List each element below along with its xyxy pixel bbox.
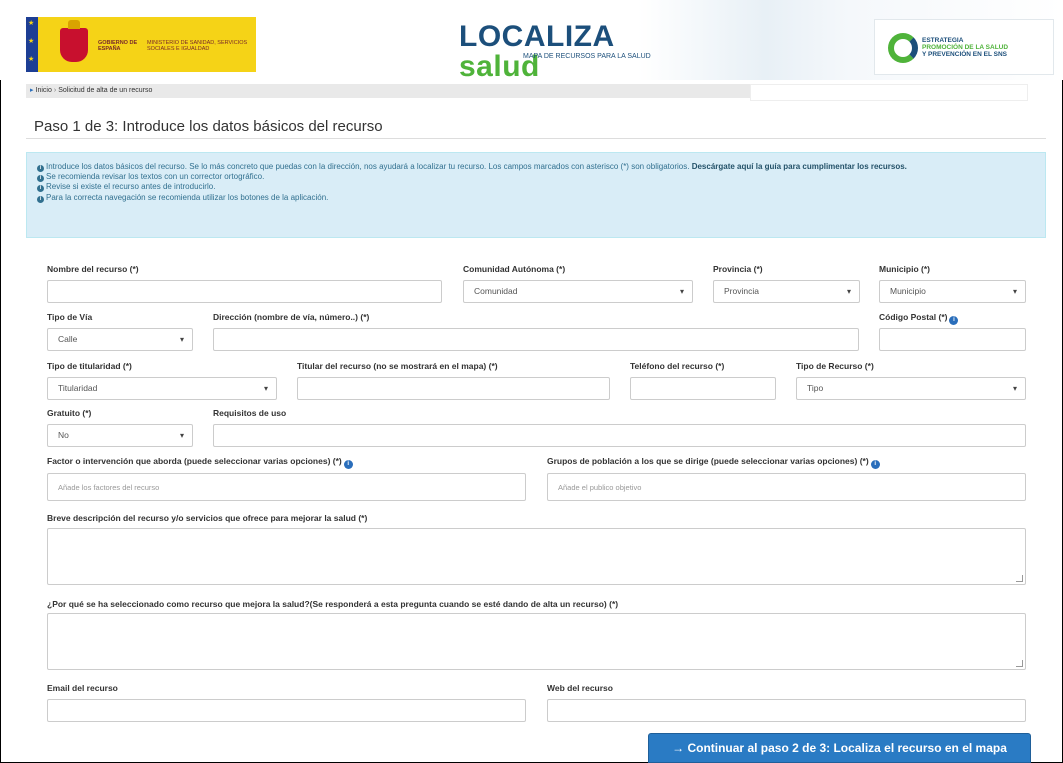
gratuito-select[interactable]: No	[47, 424, 193, 447]
alert-line1: Introduce los datos básicos del recurso.…	[46, 162, 690, 171]
factor-info-icon[interactable]: i	[343, 460, 353, 469]
municipio-select[interactable]: Municipio	[879, 280, 1026, 303]
provincia-value: Provincia	[724, 286, 759, 296]
tipo-via-value: Calle	[58, 334, 78, 344]
info-alert: i Introduce los datos básicos del recurso…	[26, 152, 1046, 238]
titular-label: Titular del recurso (no se mostrará en e…	[297, 361, 498, 371]
titularidad-value: Titularidad	[58, 383, 98, 393]
cp-label: Código Postal (*)	[879, 312, 948, 322]
municipio-value: Municipio	[890, 286, 926, 296]
web-input[interactable]	[547, 699, 1026, 722]
email-label: Email del recurso	[47, 683, 118, 693]
titularidad-label: Tipo de titularidad (*)	[47, 361, 132, 371]
strategy-circle-icon	[888, 33, 918, 63]
cp-info-icon[interactable]: i	[949, 316, 959, 325]
titularidad-select[interactable]: Titularidad	[47, 377, 277, 400]
requisitos-label: Requisitos de uso	[213, 408, 287, 418]
factor-tag-input[interactable]: Añade los factores del recurso	[47, 473, 526, 501]
email-input[interactable]	[47, 699, 526, 722]
comunidad-select[interactable]: Comunidad	[463, 280, 693, 303]
strategy-line2: PROMOCIÓN DE LA SALUD	[922, 44, 1009, 51]
tipo-via-label: Tipo de Vía	[47, 312, 93, 322]
coat-of-arms-icon	[60, 20, 88, 62]
grupos-placeholder: Añade el publico objetivo	[558, 483, 642, 492]
grupos-tag-input[interactable]: Añade el publico objetivo	[547, 473, 1026, 501]
porque-textarea[interactable]	[47, 613, 1026, 670]
header: ★ ★ ★ GOBIERNO DE ESPAÑA MINISTERIO DE SAN…	[0, 0, 1063, 82]
tipo-via-select[interactable]: Calle	[47, 328, 193, 351]
direccion-label: Dirección (nombre de vía, número..) (*)	[213, 312, 370, 322]
info-icon: i	[37, 175, 44, 183]
breadcrumb-current: Solicitud de alta de un recurso	[58, 87, 153, 94]
grupos-label-wrap: Grupos de población a los que se dirige …	[547, 456, 880, 469]
descripcion-textarea[interactable]	[47, 528, 1026, 585]
page-title: Paso 1 de 3: Introduce los datos básicos…	[34, 118, 383, 135]
gratuito-value: No	[58, 430, 69, 440]
provincia-label: Provincia (*)	[713, 264, 763, 274]
strategy-logo[interactable]: ESTRATEGIA PROMOCIÓN DE LA SALUD Y PREVE…	[874, 19, 1054, 75]
guide-download-link[interactable]: Descárgate aquí la guía para cumplimenta…	[692, 162, 907, 171]
tipo-recurso-value: Tipo	[807, 383, 824, 393]
alert-line4: Para la correcta navegación se recomiend…	[46, 192, 329, 202]
eu-flag-icon: ★ ★ ★	[26, 17, 38, 72]
telefono-label: Teléfono del recurso (*)	[630, 361, 725, 371]
government-logo[interactable]: ★ ★ ★ GOBIERNO DE ESPAÑA MINISTERIO DE SAN…	[26, 17, 256, 72]
alert-line2: Se recomienda revisar los textos con un …	[46, 172, 265, 182]
grupos-label: Grupos de población a los que se dirige …	[547, 456, 869, 466]
factor-label: Factor o intervención que aborda (puede …	[47, 456, 342, 466]
provincia-select[interactable]: Provincia	[713, 280, 860, 303]
cp-label-wrap: Código Postal (*) i	[879, 312, 959, 325]
nombre-label: Nombre del recurso (*)	[47, 264, 139, 274]
info-icon: i	[37, 185, 44, 193]
grupos-info-icon[interactable]: i	[870, 460, 880, 469]
comunidad-value: Comunidad	[474, 286, 518, 296]
strategy-line3: Y PREVENCIÓN EN EL SNS	[922, 51, 1008, 58]
ministry-text: MINISTERIO DE SANIDAD, SERVICIOS SOCIALE…	[147, 40, 248, 52]
porque-label: ¿Por qué se ha seleccionado como recurso…	[47, 599, 619, 609]
info-icon: i	[37, 165, 44, 172]
title-divider	[26, 138, 1046, 139]
direccion-input[interactable]	[213, 328, 859, 351]
localiza-salud-logo[interactable]: LOCALIZA salud MAPA DE RECURSOS PARA LA …	[459, 20, 679, 82]
telefono-input[interactable]	[630, 377, 776, 400]
titular-input[interactable]	[297, 377, 610, 400]
info-icon: i	[37, 195, 44, 203]
web-label: Web del recurso	[547, 683, 613, 693]
comunidad-label: Comunidad Autónoma (*)	[463, 264, 566, 274]
breadcrumb-right-panel	[750, 84, 1028, 101]
tipo-recurso-label: Tipo de Recurso (*)	[796, 361, 874, 371]
factor-placeholder: Añade los factores del recurso	[58, 483, 160, 492]
alert-line3: Revise si existe el recurso antes de int…	[46, 182, 216, 192]
municipio-label: Municipio (*)	[879, 264, 930, 274]
gratuito-label: Gratuito (*)	[47, 408, 92, 418]
breadcrumb: ▸ Inicio › Solicitud de alta de un recurso	[26, 84, 750, 98]
codigo-postal-input[interactable]	[879, 328, 1026, 351]
logo-main-a: LOCALIZA	[459, 20, 614, 53]
continue-step2-button[interactable]: → Continuar al paso 2 de 3: Localiza el …	[648, 733, 1031, 763]
breadcrumb-home-link[interactable]: Inicio	[36, 87, 52, 94]
logo-subtitle: MAPA DE RECURSOS PARA LA SALUD	[523, 53, 651, 60]
requisitos-input[interactable]	[213, 424, 1026, 447]
tipo-recurso-select[interactable]: Tipo	[796, 377, 1026, 400]
factor-label-wrap: Factor o intervención que aborda (puede …	[47, 456, 353, 469]
breadcrumb-arrow-icon: ▸	[30, 87, 34, 94]
breadcrumb-separator-icon: ›	[53, 87, 57, 94]
strategy-line1: ESTRATEGIA	[922, 37, 964, 44]
descripcion-label: Breve descripción del recurso y/o servic…	[47, 513, 368, 523]
nombre-input[interactable]	[47, 280, 442, 303]
